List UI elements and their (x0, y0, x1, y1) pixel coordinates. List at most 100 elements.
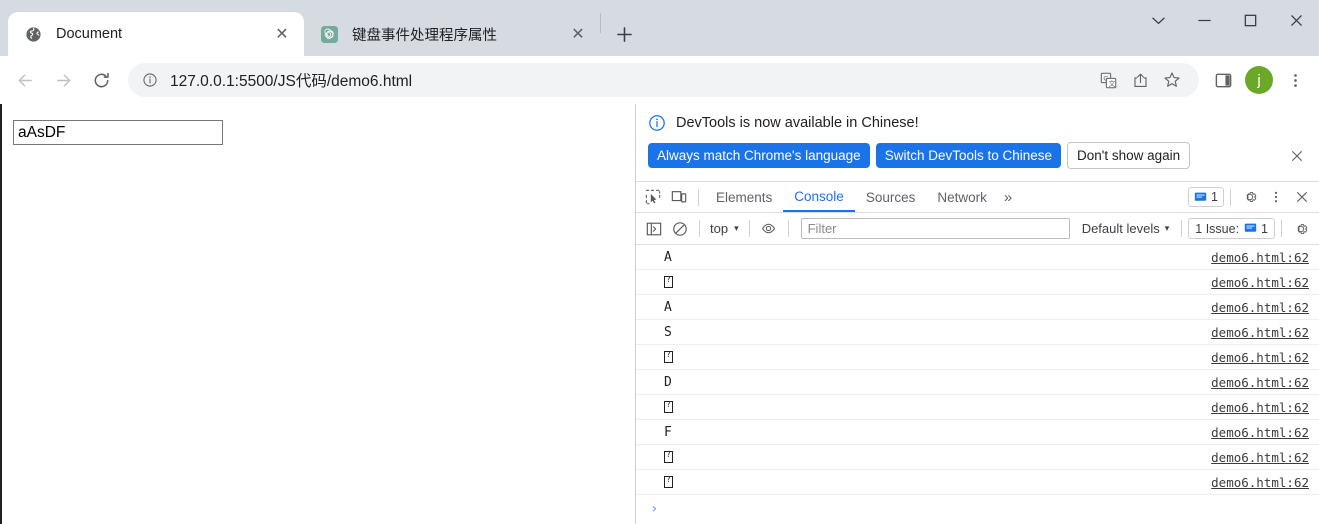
tab-divider (600, 13, 601, 33)
console-source-link[interactable]: demo6.html:62 (1211, 375, 1309, 390)
console-log-row[interactable]: Ademo6.html:62 (636, 295, 1319, 320)
console-log-row[interactable]: demo6.html:62 (636, 395, 1319, 420)
three-dots-vertical-icon[interactable] (1263, 184, 1289, 210)
notice-message-row: DevTools is now available in Chinese! (648, 114, 1307, 132)
url-text: 127.0.0.1:5500/JS代码/demo6.html (170, 73, 413, 90)
browser-toolbar: 127.0.0.1:5500/JS代码/demo6.html G 文 (0, 56, 1319, 104)
devtools-panel: DevTools is now available in Chinese! Al… (636, 104, 1319, 524)
tab-network[interactable]: Network (926, 182, 998, 212)
issues-badge[interactable]: 1 (1188, 187, 1224, 207)
missing-glyph-icon (664, 449, 673, 463)
console-source-link[interactable]: demo6.html:62 (1211, 300, 1309, 315)
new-tab-button[interactable] (609, 19, 639, 49)
close-window-button[interactable] (1273, 0, 1319, 40)
tab-sources[interactable]: Sources (855, 182, 927, 212)
devtools-language-notice: DevTools is now available in Chinese! Al… (636, 104, 1319, 182)
console-log-row[interactable]: Ddemo6.html:62 (636, 370, 1319, 395)
browser-tab-keyboard-events[interactable]: 键盘事件处理程序属性 ✕ (304, 12, 600, 56)
maximize-button[interactable] (1227, 0, 1273, 40)
issues-counter-button[interactable]: 1 Issue: 1 (1188, 218, 1275, 239)
reload-button[interactable] (84, 63, 118, 97)
share-icon[interactable] (1125, 65, 1155, 95)
console-sidebar-icon[interactable] (641, 216, 667, 242)
forward-button[interactable] (46, 63, 80, 97)
tab-close-button[interactable]: ✕ (566, 22, 590, 46)
console-log-message: D (664, 374, 672, 390)
clear-console-icon[interactable] (667, 216, 693, 242)
issues-count: 1 (1261, 221, 1268, 236)
inspect-element-icon[interactable] (640, 184, 666, 210)
console-log-row[interactable]: Fdemo6.html:62 (636, 420, 1319, 445)
tab-title: 键盘事件处理程序属性 (352, 27, 497, 44)
console-log-message: S (664, 324, 672, 340)
tab-close-button[interactable]: ✕ (270, 22, 294, 46)
page-viewport (2, 104, 636, 524)
console-log-row[interactable]: demo6.html:62 (636, 345, 1319, 370)
switch-devtools-language-button[interactable]: Switch DevTools to Chinese (875, 143, 1062, 168)
console-source-link[interactable]: demo6.html:62 (1211, 425, 1309, 440)
browser-tab-document[interactable]: Document ✕ (8, 12, 304, 56)
console-source-link[interactable]: demo6.html:62 (1211, 450, 1309, 465)
tab-search-button[interactable] (1135, 0, 1181, 40)
console-log-row[interactable]: Ademo6.html:62 (636, 245, 1319, 270)
prompt-caret-icon: › (650, 500, 659, 517)
execution-context-label: top (710, 221, 729, 236)
gear-icon[interactable] (1288, 216, 1314, 242)
console-source-link[interactable]: demo6.html:62 (1211, 350, 1309, 365)
gear-icon[interactable] (1237, 184, 1263, 210)
console-source-link[interactable]: demo6.html:62 (1211, 475, 1309, 490)
dont-show-again-button[interactable]: Don't show again (1067, 142, 1191, 169)
log-levels-selector[interactable]: Default levels ▾ (1076, 221, 1176, 236)
chatgpt-icon (320, 25, 338, 43)
always-match-language-button[interactable]: Always match Chrome's language (648, 143, 870, 168)
tab-console[interactable]: Console (783, 182, 855, 212)
three-dots-vertical-icon[interactable] (1278, 63, 1312, 97)
console-filter-bar: top ▾ Default levels ▾ 1 Issue: 1 (636, 213, 1319, 245)
address-bar[interactable]: 127.0.0.1:5500/JS代码/demo6.html G 文 (128, 63, 1199, 97)
console-log-message (664, 474, 673, 490)
browser-window: Document ✕ 键盘事件处理程序属性 ✕ 127.0.0.1:5500/J… (0, 0, 1319, 524)
console-log-row[interactable]: demo6.html:62 (636, 470, 1319, 495)
console-log-list[interactable]: Ademo6.html:62demo6.html:62Ademo6.html:6… (636, 245, 1319, 524)
toolbar-divider (748, 220, 750, 237)
side-panel-icon[interactable] (1206, 63, 1240, 97)
tab-elements[interactable]: Elements (705, 182, 783, 212)
console-log-row[interactable]: demo6.html:62 (636, 270, 1319, 295)
execution-context-selector[interactable]: top ▾ (706, 221, 743, 236)
console-source-link[interactable]: demo6.html:62 (1211, 275, 1309, 290)
star-icon[interactable] (1157, 65, 1187, 95)
console-source-link[interactable]: demo6.html:62 (1211, 400, 1309, 415)
devtools-tab-bar: Elements Console Sources Network » 1 (636, 182, 1319, 213)
device-toolbar-icon[interactable] (666, 184, 692, 210)
toolbar-divider (787, 220, 789, 237)
live-expression-icon[interactable] (756, 216, 782, 242)
info-circle-icon (648, 114, 666, 132)
console-log-message (664, 399, 673, 415)
console-prompt-row[interactable]: › (636, 495, 1319, 522)
tab-strip: Document ✕ 键盘事件处理程序属性 ✕ (0, 0, 1319, 56)
log-levels-label: Default levels (1081, 221, 1160, 236)
globe-icon (24, 25, 42, 43)
back-button[interactable] (8, 63, 42, 97)
toolbar-divider (699, 220, 700, 237)
missing-glyph-icon (664, 349, 673, 363)
console-log-row[interactable]: demo6.html:62 (636, 445, 1319, 470)
toolbar-divider (1230, 188, 1231, 206)
avatar[interactable]: j (1245, 66, 1273, 94)
console-source-link[interactable]: demo6.html:62 (1211, 325, 1309, 340)
console-log-row[interactable]: Sdemo6.html:62 (636, 320, 1319, 345)
translate-icon[interactable]: G 文 (1093, 65, 1123, 95)
minimize-button[interactable] (1181, 0, 1227, 40)
tab-title: Document (56, 26, 123, 42)
more-tabs-button[interactable]: » (998, 189, 1018, 206)
console-filter-input[interactable] (800, 218, 1070, 239)
devtools-tabbar-right: 1 (1188, 184, 1315, 210)
text-input[interactable] (13, 120, 223, 145)
console-log-message: F (664, 424, 672, 440)
console-log-message (664, 449, 673, 465)
close-icon[interactable] (1289, 184, 1315, 210)
info-circle-icon[interactable] (140, 70, 160, 90)
close-notice-button[interactable] (1287, 146, 1307, 166)
missing-glyph-icon (664, 399, 673, 413)
console-source-link[interactable]: demo6.html:62 (1211, 250, 1309, 265)
